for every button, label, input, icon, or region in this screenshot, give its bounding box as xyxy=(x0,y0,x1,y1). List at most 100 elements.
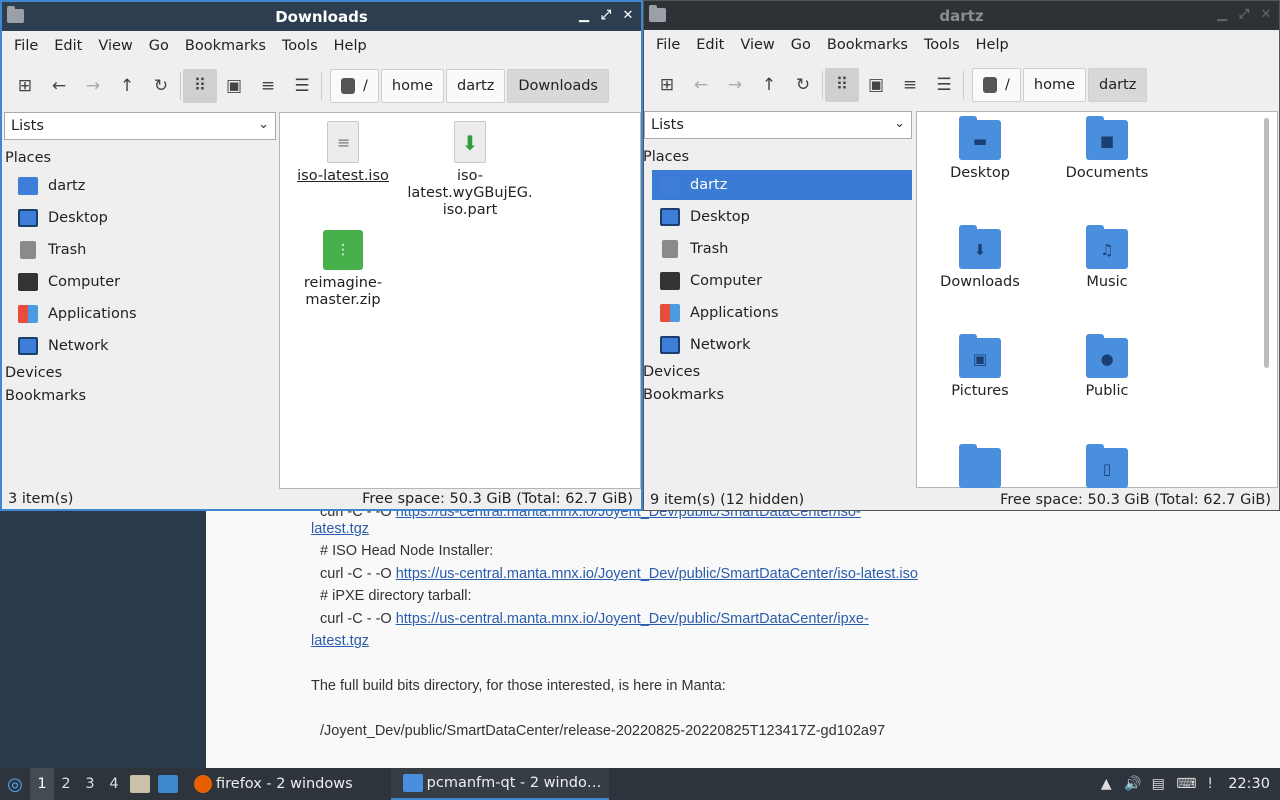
thumbnail-view-icon[interactable]: ▣ xyxy=(217,69,251,103)
detailed-list-view-icon[interactable]: ☰ xyxy=(927,68,961,102)
browser-link[interactable]: latest.tgz xyxy=(311,521,369,537)
bookmarks-header[interactable]: Bookmarks xyxy=(643,387,724,403)
sidebar-item-desktop[interactable]: Desktop xyxy=(660,202,750,232)
sidebar-item-computer[interactable]: Computer xyxy=(18,267,120,297)
up-icon[interactable]: ↑ xyxy=(752,68,786,102)
breadcrumb-root[interactable]: / xyxy=(330,69,379,103)
file-item-downloads[interactable]: ⬇ Downloads xyxy=(917,225,1043,291)
sidebar-item-desktop[interactable]: Desktop xyxy=(18,203,108,233)
menu-help[interactable]: Help xyxy=(968,37,1017,53)
file-manager-launcher-icon[interactable] xyxy=(130,775,150,793)
keyboard-icon[interactable]: ⌨ xyxy=(1176,776,1196,792)
compact-view-icon[interactable]: ≡ xyxy=(893,68,927,102)
sidebar-item-dartz[interactable]: dartz xyxy=(652,170,912,200)
thumbnail-view-icon[interactable]: ▣ xyxy=(859,68,893,102)
sidebar-item-dartz[interactable]: dartz xyxy=(18,171,85,201)
file-item-iso[interactable]: iso-latest.iso xyxy=(280,121,406,185)
reload-icon[interactable]: ↻ xyxy=(144,69,178,103)
file-item-pictures[interactable]: ▣ Pictures xyxy=(917,334,1043,400)
menu-go[interactable]: Go xyxy=(783,37,819,53)
file-item-public[interactable]: ● Public xyxy=(1044,334,1170,400)
icon-view-icon[interactable]: ⠿ xyxy=(825,68,859,102)
title-bar[interactable]: dartz ▁ ⤢ ✕ xyxy=(644,1,1279,30)
forward-icon[interactable]: → xyxy=(718,68,752,102)
menu-edit[interactable]: Edit xyxy=(688,37,732,53)
side-pane-mode-select[interactable]: Lists ⌄ xyxy=(4,112,276,140)
menu-go[interactable]: Go xyxy=(141,38,177,54)
file-item-zip[interactable]: ⋮ reimagine- master.zip xyxy=(280,230,406,309)
menu-edit[interactable]: Edit xyxy=(46,38,90,54)
file-item-desktop[interactable]: ▬ Desktop xyxy=(917,116,1043,182)
vertical-scrollbar[interactable] xyxy=(1264,118,1269,368)
menu-tools[interactable]: Tools xyxy=(274,38,326,54)
task-firefox[interactable]: firefox - 2 windows xyxy=(182,768,361,800)
show-desktop-icon[interactable] xyxy=(158,775,178,793)
sidebar-item-applications[interactable]: Applications xyxy=(18,299,137,329)
file-item-documents[interactable]: ■ Documents xyxy=(1044,116,1170,182)
volume-icon[interactable]: 🔊 xyxy=(1124,776,1141,792)
menu-file[interactable]: File xyxy=(6,38,46,54)
menu-help[interactable]: Help xyxy=(326,38,375,54)
menu-bookmarks[interactable]: Bookmarks xyxy=(819,37,916,53)
file-item-templates[interactable]: ▯ xyxy=(1044,444,1170,493)
notification-icon[interactable]: ! xyxy=(1202,776,1218,792)
devices-header[interactable]: Devices xyxy=(5,365,62,381)
workspace-3[interactable]: 3 xyxy=(78,768,102,800)
menu-view[interactable]: View xyxy=(732,37,782,53)
file-view[interactable]: iso-latest.iso ⬇iso- latest.wyGBujEG. is… xyxy=(279,112,641,489)
new-tab-icon[interactable]: ⊞ xyxy=(650,68,684,102)
sidebar-item-applications[interactable]: Applications xyxy=(660,298,779,328)
sidebar-item-trash[interactable]: Trash xyxy=(660,234,728,264)
browser-link[interactable]: https://us-central.manta.mnx.io/Joyent_D… xyxy=(396,510,861,520)
menu-view[interactable]: View xyxy=(90,38,140,54)
sidebar-item-computer[interactable]: Computer xyxy=(660,266,762,296)
sidebar-item-network[interactable]: Network xyxy=(18,331,109,361)
clipboard-icon[interactable]: ▤ xyxy=(1150,776,1166,792)
tray-arrow-icon[interactable]: ▲ xyxy=(1098,776,1114,792)
workspace-4[interactable]: 4 xyxy=(102,768,126,800)
file-item-iso-part[interactable]: ⬇ iso- latest.wyGBujEG. iso.part xyxy=(407,121,533,219)
breadcrumb-root[interactable]: / xyxy=(972,68,1021,102)
file-view[interactable]: ▬ Desktop ■ Documents ⬇ Downloads ♫ Music ▣ P… xyxy=(916,111,1278,488)
back-icon[interactable]: ← xyxy=(684,68,718,102)
minimize-button[interactable]: ▁ xyxy=(1213,5,1231,25)
up-icon[interactable]: ↑ xyxy=(110,69,144,103)
reload-icon[interactable]: ↻ xyxy=(786,68,820,102)
side-pane-mode-select[interactable]: Lists ⌄ xyxy=(644,111,912,139)
breadcrumb-home[interactable]: home xyxy=(1022,68,1086,102)
devices-header[interactable]: Devices xyxy=(643,364,700,380)
file-item-folder[interactable] xyxy=(917,444,1043,493)
bookmarks-header[interactable]: Bookmarks xyxy=(5,388,86,404)
close-button[interactable]: ✕ xyxy=(619,6,637,26)
menu-tools[interactable]: Tools xyxy=(916,37,968,53)
sidebar-item-network[interactable]: Network xyxy=(660,330,751,360)
workspace-1[interactable]: 1 xyxy=(30,768,54,800)
browser-link[interactable]: latest.tgz xyxy=(311,633,369,649)
browser-link[interactable]: https://us-central.manta.mnx.io/Joyent_D… xyxy=(396,611,869,627)
browser-link[interactable]: https://us-central.manta.mnx.io/Joyent_D… xyxy=(396,566,918,582)
maximize-button[interactable]: ⤢ xyxy=(597,6,615,26)
compact-view-icon[interactable]: ≡ xyxy=(251,69,285,103)
close-button[interactable]: ✕ xyxy=(1257,5,1275,25)
menu-file[interactable]: File xyxy=(648,37,688,53)
back-icon[interactable]: ← xyxy=(42,69,76,103)
clock[interactable]: 22:30 xyxy=(1228,776,1270,792)
breadcrumb-home[interactable]: home xyxy=(380,69,444,103)
menu-bookmarks[interactable]: Bookmarks xyxy=(177,38,274,54)
task-pcmanfm[interactable]: pcmanfm-qt - 2 windo… xyxy=(390,768,610,800)
file-item-music[interactable]: ♫ Music xyxy=(1044,225,1170,291)
breadcrumb-dartz[interactable]: dartz xyxy=(446,69,506,103)
detailed-list-view-icon[interactable]: ☰ xyxy=(285,69,319,103)
workspace-2[interactable]: 2 xyxy=(54,768,78,800)
places-header[interactable]: Places xyxy=(643,149,689,165)
maximize-button[interactable]: ⤢ xyxy=(1235,5,1253,25)
places-header[interactable]: Places xyxy=(5,150,51,166)
icon-view-icon[interactable]: ⠿ xyxy=(183,69,217,103)
minimize-button[interactable]: ▁ xyxy=(575,6,593,26)
breadcrumb-downloads[interactable]: Downloads xyxy=(507,69,609,103)
sidebar-item-trash[interactable]: Trash xyxy=(18,235,86,265)
forward-icon[interactable]: → xyxy=(76,69,110,103)
new-tab-icon[interactable]: ⊞ xyxy=(8,69,42,103)
title-bar[interactable]: Downloads ▁ ⤢ ✕ xyxy=(2,2,641,31)
start-menu-icon[interactable]: ◎ xyxy=(0,768,30,800)
